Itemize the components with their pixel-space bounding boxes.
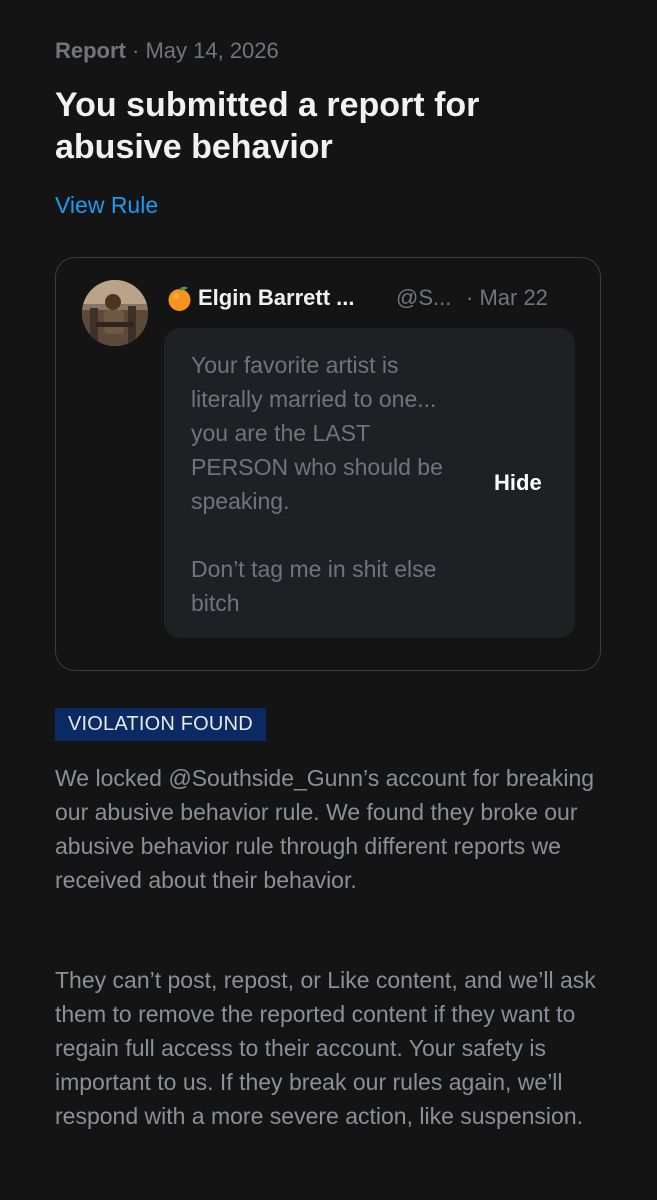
author-name[interactable]: Elgin Barrett ... xyxy=(198,282,354,314)
report-kind: Report xyxy=(55,38,126,63)
view-rule-link[interactable]: View Rule xyxy=(55,189,158,221)
avatar-photo xyxy=(82,280,148,346)
result-paragraph-2: They can’t post, repost, or Like content… xyxy=(55,967,596,1129)
avatar[interactable] xyxy=(82,280,148,346)
hidden-content-box: Your favorite artist is literally marrie… xyxy=(164,328,575,638)
post-header: Elgin Barrett ... @S... · Mar 22 xyxy=(166,282,566,314)
author-handle[interactable]: @S... xyxy=(396,282,451,314)
orange-emoji-icon xyxy=(168,286,191,311)
post-text: Your favorite artist is literally marrie… xyxy=(191,352,443,616)
report-date: May 14, 2026 xyxy=(145,38,279,63)
status-badge: VIOLATION FOUND xyxy=(55,708,266,741)
result-paragraph-1: We locked @Southside_Gunn’s account for … xyxy=(55,765,595,893)
hide-button[interactable]: Hide xyxy=(494,468,542,498)
meta-separator: · xyxy=(125,38,146,63)
page-title: You submitted a report for abusive behav… xyxy=(55,86,480,166)
post-date: · Mar 22 xyxy=(466,285,548,310)
report-meta: Report · May 14, 2026 xyxy=(55,36,279,66)
reported-post-card[interactable]: Elgin Barrett ... @S... · Mar 22 Your fa… xyxy=(55,257,601,671)
